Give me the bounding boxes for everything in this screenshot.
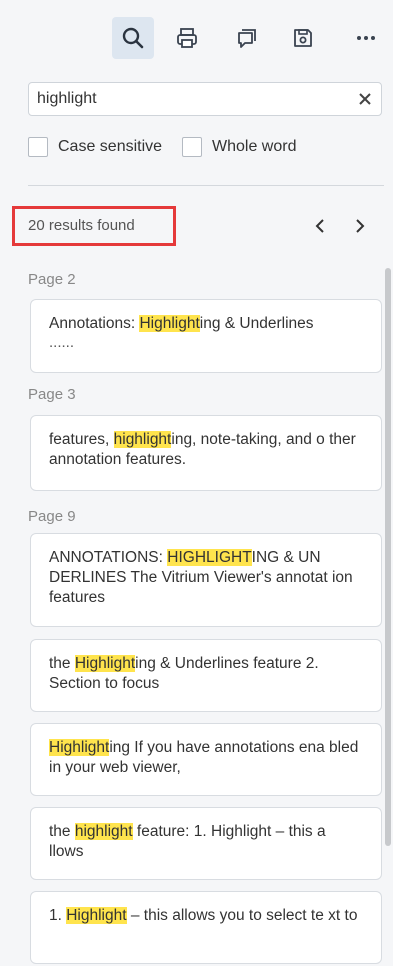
result-text-before: the [49, 823, 75, 840]
whole-word-option[interactable]: Whole word [182, 136, 296, 158]
previous-result-button[interactable] [310, 216, 330, 236]
page-label: Page 9 [28, 508, 76, 525]
search-button[interactable] [112, 17, 154, 59]
clear-search-button[interactable] [357, 91, 373, 107]
case-sensitive-option[interactable]: Case sensitive [28, 136, 162, 158]
case-sensitive-label: Case sensitive [58, 138, 163, 155]
close-icon [359, 93, 371, 105]
result-match: Highlight [49, 739, 110, 756]
result-text-before: features, [49, 431, 114, 448]
result-item[interactable]: features, highlighting, note-taking, and… [30, 415, 382, 491]
save-button[interactable] [282, 17, 324, 59]
result-item[interactable]: the Highlighting & Underlines feature 2.… [30, 639, 382, 712]
more-icon [357, 36, 375, 40]
print-button[interactable] [166, 17, 208, 59]
result-text-after: – this allows you to select te xt to [126, 907, 358, 924]
result-match: Highlight [66, 907, 127, 924]
next-result-button[interactable] [350, 216, 370, 236]
result-text-before: Annotations: [49, 315, 140, 332]
search-icon [122, 27, 144, 49]
search-box [28, 82, 382, 116]
result-match: highlight [74, 823, 133, 840]
result-text-before: ANNOTATIONS: [49, 549, 168, 566]
result-item[interactable]: the highlight feature: 1. Highlight – th… [30, 807, 382, 880]
result-item[interactable]: Annotations: Highlighting & Underlines .… [30, 299, 382, 373]
whole-word-checkbox[interactable] [182, 137, 202, 157]
result-ellipsis: ...... [49, 334, 75, 351]
result-item[interactable]: ANNOTATIONS: HIGHLIGHTING & UN DERLINES … [30, 533, 382, 627]
annotation-highlight-box [12, 206, 176, 246]
result-text-before: 1. [49, 907, 67, 924]
page-label: Page 2 [28, 271, 76, 288]
comment-icon [238, 29, 256, 48]
result-match: HIGHLIGHT [167, 549, 252, 566]
chevron-right-icon [356, 219, 365, 233]
search-input[interactable] [37, 83, 337, 115]
comment-button[interactable] [226, 17, 268, 59]
scrollbar[interactable] [385, 268, 391, 846]
result-text-before: the [49, 655, 75, 672]
result-text-after: ing & Underlines [199, 315, 314, 332]
divider [28, 185, 384, 186]
whole-word-label: Whole word [212, 138, 297, 155]
print-icon [177, 28, 197, 48]
result-match: Highlight [74, 655, 136, 672]
result-match: highlight [113, 431, 172, 448]
case-sensitive-checkbox[interactable] [28, 137, 48, 157]
result-match: Highlight [139, 315, 200, 332]
toolbar [0, 0, 393, 70]
result-item[interactable]: Highlighting If you have annotations ena… [30, 723, 382, 796]
result-item[interactable]: 1. Highlight – this allows you to select… [30, 891, 382, 964]
more-button[interactable] [345, 17, 387, 59]
chevron-left-icon [315, 219, 324, 233]
page-label: Page 3 [28, 386, 76, 403]
save-icon [294, 29, 312, 47]
